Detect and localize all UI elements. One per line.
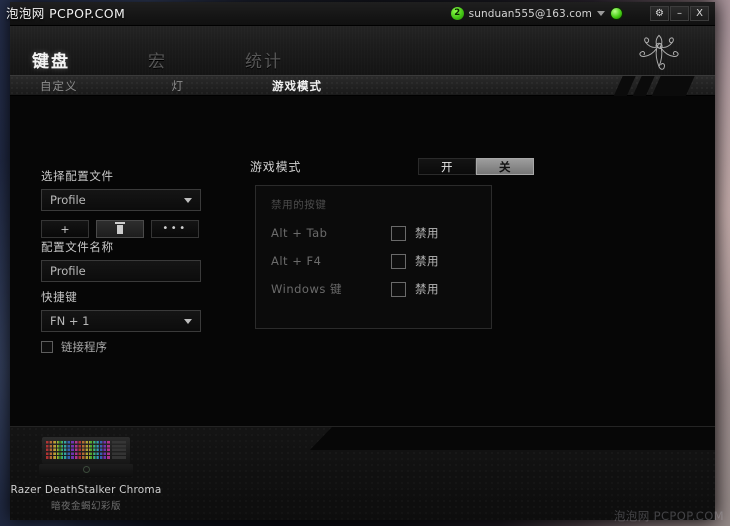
razer-logo-icon	[83, 466, 90, 473]
sub-tab-list: 自定义 灯 游戏模式	[20, 76, 322, 95]
more-options-button[interactable]: •••	[151, 220, 199, 238]
game-mode-row: 游戏模式 开 关	[250, 158, 535, 175]
disabled-key-name: Alt + F4	[271, 254, 322, 268]
keyboard-body	[42, 437, 130, 464]
profile-dropdown-value: Profile	[50, 193, 86, 207]
disable-alt-tab-checkbox[interactable]	[391, 225, 406, 241]
tab-keyboard[interactable]: 键盘	[32, 47, 70, 72]
profile-button-row: + •••	[41, 220, 201, 238]
device-bar: Razer DeathStalker Chroma 暗夜金蝎幻彩版	[10, 426, 715, 520]
profile-name-value: Profile	[50, 264, 86, 278]
close-button[interactable]: X	[690, 6, 709, 21]
profile-name-label: 配置文件名称	[41, 240, 114, 254]
profile-select-group: 选择配置文件 Profile + •••	[41, 168, 201, 238]
table-row: Windows 键 禁用	[271, 280, 479, 298]
chevron-down-icon[interactable]	[597, 11, 605, 16]
disable-label: 禁用	[415, 254, 439, 268]
device-name-cn: 暗夜金蝎幻彩版	[50, 501, 121, 512]
app-header: 键盘 宏 统计	[10, 26, 715, 75]
subtab-customize[interactable]: 自定义	[40, 78, 78, 94]
delete-icon	[115, 222, 125, 234]
razer-keyboard-thumbnail	[39, 435, 133, 479]
game-mode-on-button[interactable]: 开	[418, 158, 477, 175]
device-name: Razer DeathStalker Chroma	[10, 484, 162, 496]
disabled-key-name: Alt + Tab	[271, 226, 328, 240]
settings-button[interactable]: ⚙	[650, 6, 669, 21]
game-mode-label: 游戏模式	[250, 160, 302, 174]
window-controls: ⚙ – X	[649, 6, 709, 21]
shortcut-dropdown[interactable]: FN + 1	[41, 310, 201, 332]
disabled-keys-panel: 禁用的按键 Alt + Tab 禁用 Alt + F4 禁用 Windows 键…	[255, 185, 492, 329]
delete-profile-button[interactable]	[96, 220, 144, 238]
link-program-row[interactable]: 链接程序	[41, 339, 107, 355]
game-mode-toggle[interactable]: 开 关	[418, 158, 535, 175]
profile-name-input[interactable]: Profile	[41, 260, 201, 282]
profile-select-label: 选择配置文件	[41, 169, 114, 183]
disable-alt-f4-checkbox[interactable]	[391, 253, 406, 269]
decor-notch	[310, 427, 715, 450]
watermark-bottom: 泡泡网 PCPOP.COM	[613, 509, 724, 523]
chevron-down-icon	[184, 318, 192, 324]
sub-tab-bar: 自定义 灯 游戏模式	[10, 75, 715, 97]
disabled-key-name: Windows 键	[271, 282, 342, 296]
link-program-label: 链接程序	[61, 340, 107, 354]
content-area: 选择配置文件 Profile + ••• 配置文件名称 Profile 快捷键 …	[10, 96, 715, 426]
minimize-button[interactable]: –	[670, 6, 689, 21]
chevron-down-icon	[184, 197, 192, 203]
keyboard-numpad	[112, 441, 126, 460]
tab-macro[interactable]: 宏	[148, 47, 167, 72]
notification-badge[interactable]: 2	[450, 7, 464, 20]
shortcut-group: 快捷键 FN + 1	[41, 289, 201, 332]
disable-windows-key-checkbox[interactable]	[391, 281, 406, 297]
device-item[interactable]: Razer DeathStalker Chroma 暗夜金蝎幻彩版	[11, 435, 161, 512]
disabled-keys-title: 禁用的按键	[271, 199, 327, 211]
keyboard-keys	[46, 441, 110, 460]
account-email: sunduan555@163.com	[468, 7, 592, 20]
subtab-game-mode[interactable]: 游戏模式	[272, 78, 322, 94]
profile-dropdown[interactable]: Profile	[41, 189, 201, 211]
add-profile-button[interactable]: +	[41, 220, 89, 238]
online-status-icon[interactable]	[610, 7, 623, 20]
razer-synapse-window: 2 sunduan555@163.com ⚙ – X 键盘 宏 统计 自定义 灯…	[10, 2, 715, 520]
disable-label: 禁用	[415, 282, 439, 296]
main-tab-bar: 键盘 宏 统计	[10, 47, 361, 75]
disable-label: 禁用	[415, 226, 439, 240]
link-program-checkbox[interactable]	[41, 341, 53, 353]
shortcut-value: FN + 1	[50, 314, 90, 328]
watermark-top: 泡泡网 PCPOP.COM	[6, 6, 126, 21]
ellipsis-icon: •••	[162, 223, 188, 234]
tab-stats[interactable]: 统计	[245, 47, 283, 72]
razer-triple-snake-logo	[639, 34, 679, 70]
profile-name-group: 配置文件名称 Profile	[41, 239, 201, 282]
account-area[interactable]: 2 sunduan555@163.com	[450, 7, 623, 20]
decor-slash-3	[651, 76, 695, 97]
subtab-lighting[interactable]: 灯	[172, 78, 185, 94]
table-row: Alt + Tab 禁用	[271, 224, 479, 242]
game-mode-off-button[interactable]: 关	[476, 158, 535, 175]
shortcut-label: 快捷键	[41, 290, 78, 304]
table-row: Alt + F4 禁用	[271, 252, 479, 270]
